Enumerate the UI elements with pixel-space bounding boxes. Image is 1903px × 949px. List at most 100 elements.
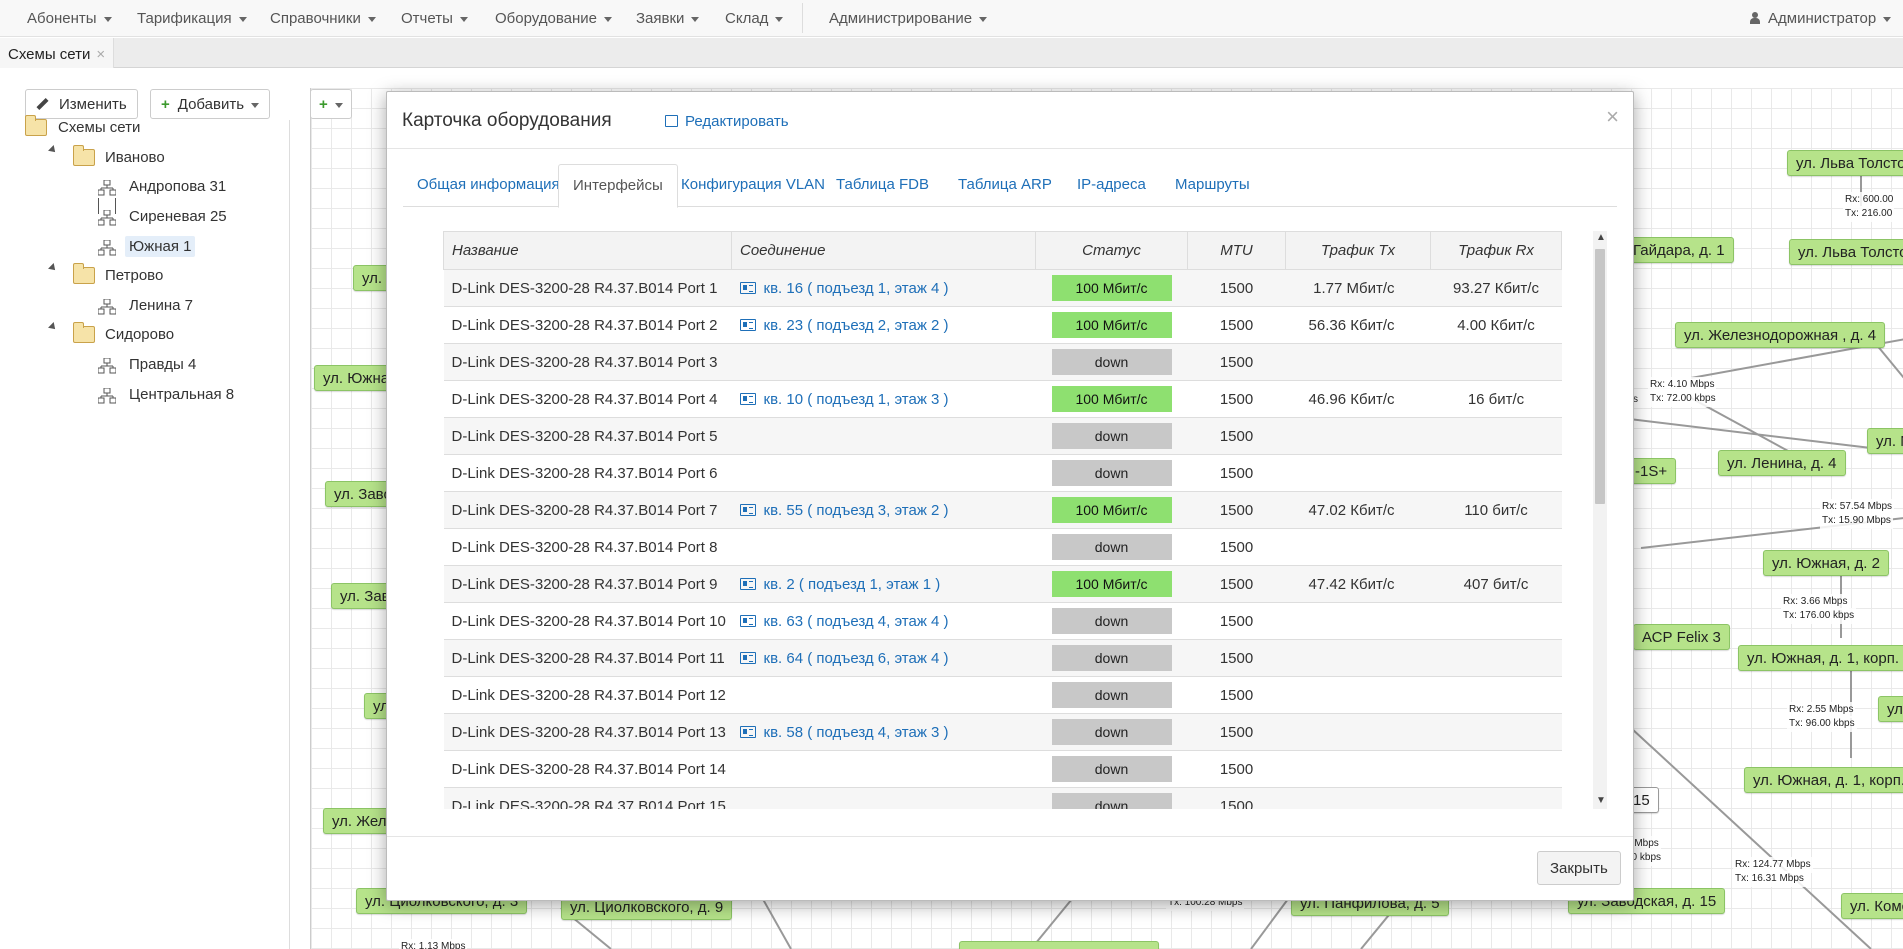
map-node[interactable]: АСР Felix 3 <box>1633 624 1730 650</box>
cell-mtu: 1500 <box>1187 454 1286 492</box>
status-badge: 100 Мбит/с <box>1051 497 1172 523</box>
tab-ip-addresses[interactable]: IP-адреса <box>1063 164 1160 207</box>
map-node[interactable] <box>959 941 1159 949</box>
collapse-arrow-icon[interactable] <box>48 322 58 332</box>
edit-equipment-link[interactable]: Редактировать <box>665 113 789 130</box>
table-row[interactable]: D-Link DES-3200-28 R4.37.B014 Port 11 кв.… <box>443 639 1562 677</box>
col-header-mtu[interactable]: MTU <box>1187 231 1286 270</box>
map-node[interactable]: ул. Южная, д. 2 <box>1763 550 1889 576</box>
table-row[interactable]: D-Link DES-3200-28 R4.37.B014 Port 2 кв. … <box>443 306 1562 344</box>
col-header-status[interactable]: Статус <box>1035 231 1188 270</box>
collapse-arrow-icon[interactable] <box>48 263 58 273</box>
nav-user-menu[interactable]: Администратор <box>1750 10 1892 27</box>
add-button[interactable]: + Добавить <box>150 89 271 119</box>
tab-arp-table[interactable]: Таблица ARP <box>944 164 1066 207</box>
map-node[interactable]: ул. Комс <box>1841 893 1903 919</box>
scroll-down-icon[interactable]: ▼ <box>1596 795 1606 806</box>
tree-item-pravdy[interactable]: Правды 4 <box>125 354 200 375</box>
tab-general-info[interactable]: Общая информация <box>403 164 574 207</box>
connection-link[interactable]: кв. 23 ( подъезд 2, этаж 2 ) <box>739 317 949 334</box>
table-row[interactable]: D-Link DES-3200-28 R4.37.B014 Port 7 кв. … <box>443 491 1562 529</box>
tree-root[interactable]: Схемы сети <box>54 117 144 138</box>
nav-subscribers[interactable]: Абоненты <box>27 10 112 27</box>
map-node[interactable]: Гайдара, д. 1 <box>1624 237 1734 263</box>
scroll-up-icon[interactable]: ▲ <box>1596 232 1606 243</box>
connection-link[interactable]: кв. 2 ( подъезд 1, этаж 1 ) <box>739 576 940 593</box>
tab-fdb-table[interactable]: Таблица FDB <box>822 164 943 207</box>
tree-item-sirenevaya[interactable]: Сиреневая 25 <box>125 206 231 227</box>
map-node[interactable]: ул. М <box>1867 428 1903 454</box>
tree-group-petrovo[interactable]: Петрово <box>101 265 167 286</box>
connection-link[interactable]: кв. 58 ( подъезд 4, этаж 3 ) <box>739 724 949 741</box>
map-node[interactable]: ул. Льва Толстого <box>1789 239 1903 265</box>
cell-connection: кв. 10 ( подъезд 1, этаж 3 ) <box>731 380 1036 418</box>
connection-link[interactable]: кв. 63 ( подъезд 4, этаж 4 ) <box>739 613 949 630</box>
tree-item-lenina[interactable]: Ленина 7 <box>125 295 197 316</box>
map-node[interactable]: ул. Льва Толстого <box>1787 150 1903 176</box>
connection-link[interactable]: кв. 16 ( подъезд 1, этаж 4 ) <box>739 280 949 297</box>
table-row[interactable]: D-Link DES-3200-28 R4.37.B014 Port 15 dow… <box>443 787 1562 809</box>
edit-icon <box>665 115 678 127</box>
id-card-icon <box>739 651 756 664</box>
tab-routes[interactable]: Маршруты <box>1161 164 1264 207</box>
col-header-traffic-tx[interactable]: Трафик Tx <box>1285 231 1431 270</box>
connection-link[interactable]: кв. 55 ( подъезд 3, этаж 2 ) <box>739 502 949 519</box>
modal-close-icon[interactable]: × <box>1606 104 1619 130</box>
col-header-traffic-rx[interactable]: Трафик Rx <box>1430 231 1562 270</box>
edit-button[interactable]: Изменить <box>25 89 138 119</box>
collapse-arrow-icon[interactable] <box>48 145 58 155</box>
connection-link[interactable]: кв. 10 ( подъезд 1, этаж 3 ) <box>739 391 949 408</box>
nav-equipment[interactable]: Оборудование <box>495 10 613 27</box>
cell-traffic-tx <box>1285 787 1431 809</box>
nav-reports[interactable]: Отчеты <box>401 10 468 27</box>
table-row[interactable]: D-Link DES-3200-28 R4.37.B014 Port 6 down… <box>443 454 1562 492</box>
cell-mtu: 1500 <box>1187 491 1286 529</box>
status-badge: 100 Мбит/с <box>1051 386 1172 412</box>
scroll-thumb[interactable] <box>1595 249 1605 504</box>
table-row[interactable]: D-Link DES-3200-28 R4.37.B014 Port 5 down… <box>443 417 1562 455</box>
tab-vlan-config[interactable]: Конфигурация VLAN <box>667 164 839 207</box>
cell-traffic-tx <box>1285 639 1431 677</box>
map-add-button[interactable]: + <box>310 89 352 119</box>
map-node[interactable]: ул. <box>1878 696 1903 722</box>
tab-interfaces[interactable]: Интерфейсы <box>558 164 678 208</box>
close-button[interactable]: Закрыть <box>1537 851 1621 885</box>
map-node[interactable]: ул. Железнодорожная , д. 4 <box>1675 322 1886 348</box>
table-row[interactable]: D-Link DES-3200-28 R4.37.B014 Port 12 dow… <box>443 676 1562 714</box>
map-node[interactable]: ул. Жел <box>323 808 396 834</box>
top-navbar: Абоненты Тарификация Справочники Отчеты … <box>0 0 1903 37</box>
caret-down-icon <box>775 16 784 22</box>
table-row[interactable]: D-Link DES-3200-28 R4.37.B014 Port 4 кв. … <box>443 380 1562 418</box>
table-row[interactable]: D-Link DES-3200-28 R4.37.B014 Port 1 кв. … <box>443 269 1562 307</box>
map-node[interactable]: ул. Южная, д. 1, корп. 2 <box>1744 767 1903 793</box>
cell-connection <box>731 528 1036 566</box>
col-header-connection[interactable]: Соединение <box>731 231 1036 270</box>
tree-group-sidorovo[interactable]: Сидорово <box>101 324 178 345</box>
nav-warehouse[interactable]: Склад <box>725 10 784 27</box>
close-tab-icon[interactable]: × <box>96 46 105 63</box>
status-badge: down <box>1051 423 1172 449</box>
tree-item-andropova[interactable]: Андропова 31 <box>125 176 230 197</box>
table-row[interactable]: D-Link DES-3200-28 R4.37.B014 Port 10 кв.… <box>443 602 1562 640</box>
table-row[interactable]: D-Link DES-3200-28 R4.37.B014 Port 14 dow… <box>443 750 1562 788</box>
cell-connection: кв. 16 ( подъезд 1, этаж 4 ) <box>731 269 1036 307</box>
tree-group-ivanovo[interactable]: Иваново <box>101 147 169 168</box>
col-header-name[interactable]: Название <box>443 231 732 270</box>
map-node[interactable]: ул. Южная, д. 1, корп. 1 <box>1738 645 1903 671</box>
page-tab-network-schemes[interactable]: Схемы сети × <box>0 38 115 68</box>
tree-item-tsentralnaya[interactable]: Центральная 8 <box>125 384 238 405</box>
table-row[interactable]: D-Link DES-3200-28 R4.37.B014 Port 3 down… <box>443 343 1562 381</box>
nav-directories[interactable]: Справочники <box>270 10 376 27</box>
nav-billing[interactable]: Тарификация <box>137 10 247 27</box>
table-row[interactable]: D-Link DES-3200-28 R4.37.B014 Port 13 кв.… <box>443 713 1562 751</box>
connection-link[interactable]: кв. 64 ( подъезд 6, этаж 4 ) <box>739 650 949 667</box>
tree-item-yuzhnaya[interactable]: Южная 1 <box>125 236 196 257</box>
modal-title: Карточка оборудования <box>402 110 612 131</box>
table-scrollbar[interactable]: ▲ ▼ <box>1593 231 1607 809</box>
table-row[interactable]: D-Link DES-3200-28 R4.37.B014 Port 8 down… <box>443 528 1562 566</box>
nav-requests[interactable]: Заявки <box>636 10 700 27</box>
map-node[interactable]: ул. Ленина, д. 4 <box>1718 450 1846 476</box>
nav-administration[interactable]: Администрирование <box>829 10 988 27</box>
table-row[interactable]: D-Link DES-3200-28 R4.37.B014 Port 9 кв. … <box>443 565 1562 603</box>
network-icon <box>97 239 117 256</box>
